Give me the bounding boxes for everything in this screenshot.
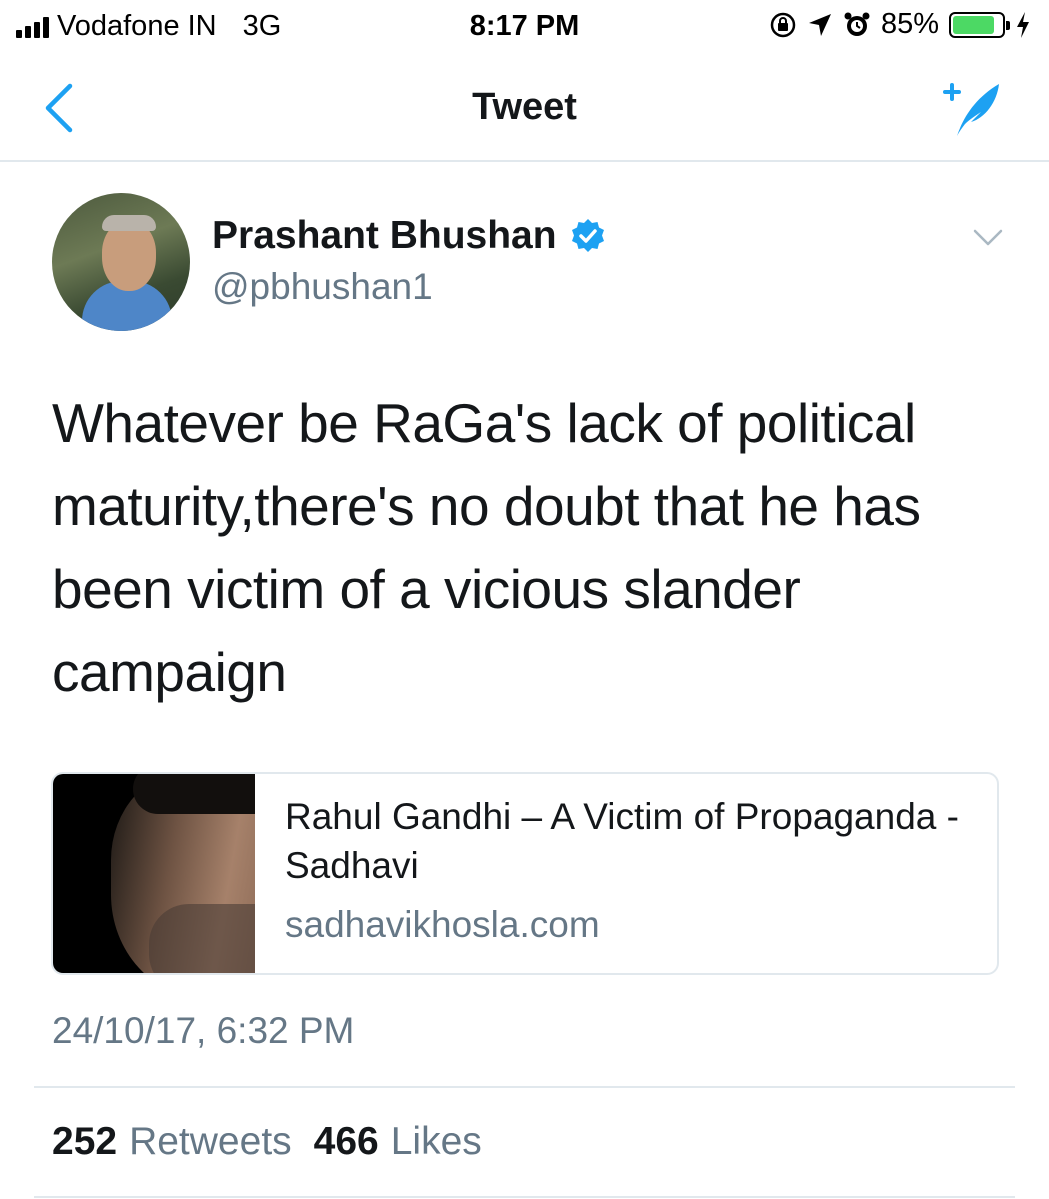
tweet-text: Whatever be RaGa's lack of political mat… [52,392,921,703]
compose-tweet-icon[interactable] [937,78,1005,140]
divider [34,1086,1015,1088]
battery-icon [949,11,1010,38]
likes-label: Likes [390,1120,482,1163]
page-title: Tweet [472,86,577,128]
battery-percent: 85% [880,8,939,40]
divider [34,1196,1015,1198]
retweets-stat[interactable]: 252 Retweets [52,1120,314,1164]
alarm-icon [844,12,870,36]
likes-stat[interactable]: 466 Likes [314,1120,504,1164]
tweet-timestamp: 24/10/17, 6:32 PM [52,1010,355,1051]
retweets-label: Retweets [129,1120,292,1163]
link-card[interactable]: Rahul Gandhi – A Victim of Propaganda - … [51,772,999,975]
author-handle[interactable]: @pbhushan1 [212,266,433,308]
link-card-title: Rahul Gandhi – A Victim of Propaganda - … [285,796,959,886]
author-name[interactable]: Prashant Bhushan [212,214,557,258]
author-name-row[interactable]: Prashant Bhushan [212,214,607,258]
chevron-down-icon[interactable] [973,228,1003,248]
nav-bar: Tweet [0,56,1049,162]
link-card-image [53,774,255,973]
link-card-domain: sadhavikhosla.com [285,904,600,945]
rotation-lock-icon [770,12,796,37]
retweets-count: 252 [52,1120,118,1163]
likes-count: 466 [313,1120,379,1163]
status-bar-right: 85% [769,8,1031,41]
location-icon [808,13,831,36]
avatar[interactable] [52,193,190,331]
tweet-stats: 252 Retweets 466 Likes [52,1120,504,1164]
status-bar: Vodafone IN 3G 8:17 PM 85% [0,0,1049,56]
verified-badge-icon [571,219,604,252]
charging-icon [1017,11,1029,38]
